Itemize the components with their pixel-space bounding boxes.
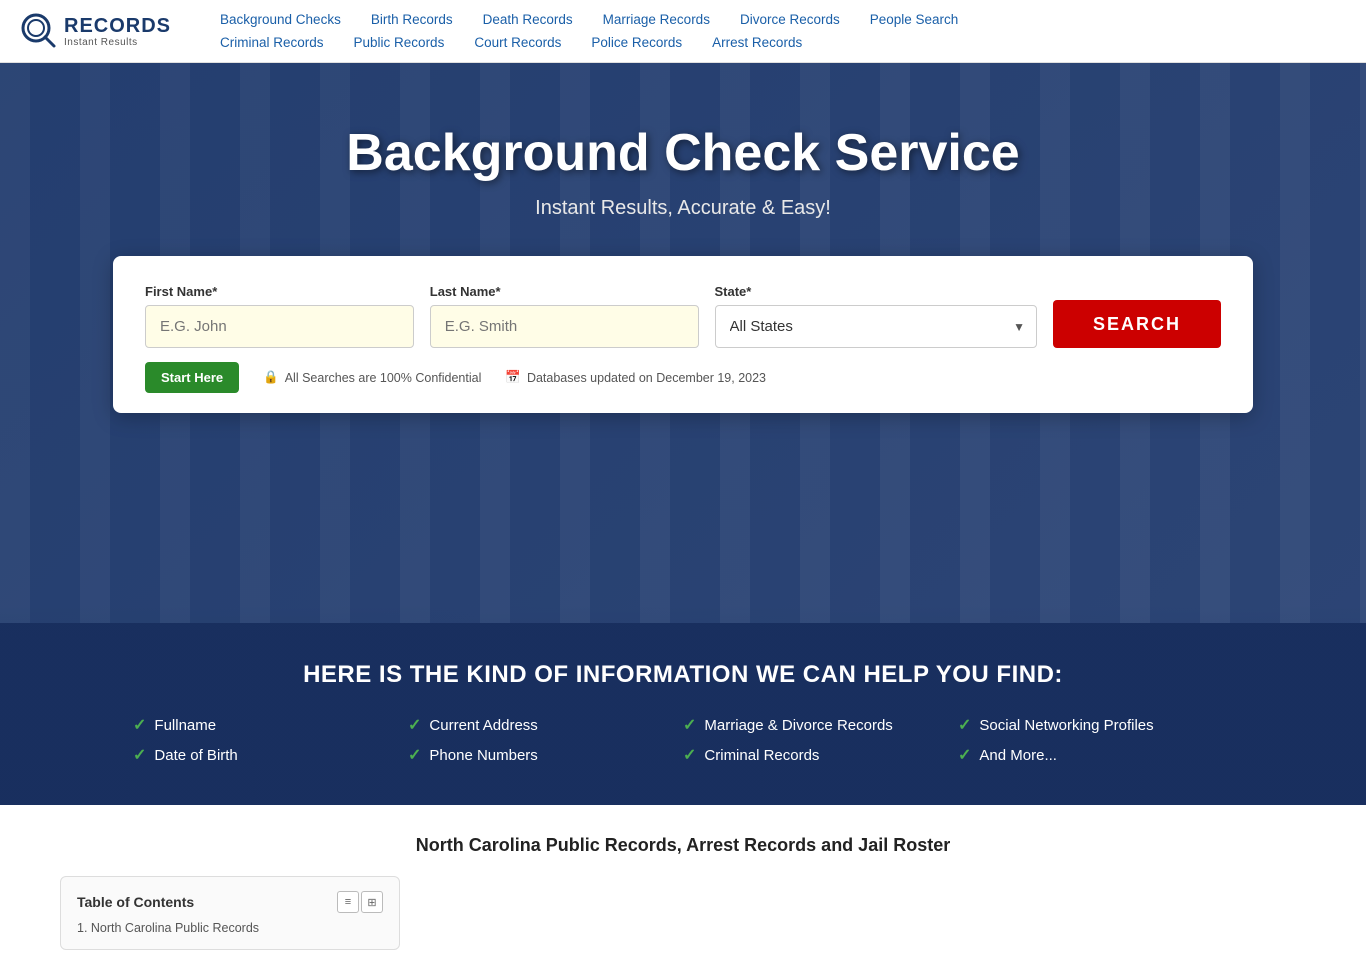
nav-criminal-records[interactable]: Criminal Records [220,35,324,50]
nav-people-search[interactable]: People Search [870,12,959,27]
first-name-label: First Name* [145,284,414,299]
toc-toggle-expand-icon: ⊞ [361,891,383,913]
check-icon-0: ✓ [133,715,146,735]
info-item-label-7: And More... [979,747,1057,764]
nav-death-records[interactable]: Death Records [483,12,573,27]
state-label: State* [715,284,1038,299]
logo-sub-text: Instant Results [64,37,171,48]
check-icon-7: ✓ [958,745,971,765]
check-icon-2: ✓ [683,715,696,735]
check-icon-6: ✓ [683,745,696,765]
first-name-input[interactable] [145,305,414,348]
nav-court-records[interactable]: Court Records [474,35,561,50]
info-item-2: ✓ Marriage & Divorce Records [683,715,958,735]
search-box: First Name* Last Name* State* All States… [113,256,1253,413]
nav-marriage-records[interactable]: Marriage Records [603,12,710,27]
check-icon-5: ✓ [408,745,421,765]
info-item-1: ✓ Current Address [408,715,683,735]
search-button[interactable]: SEARCH [1053,300,1221,348]
db-update-text: Databases updated on December 19, 2023 [527,371,766,385]
nav-divorce-records[interactable]: Divorce Records [740,12,840,27]
nav-row-2: Criminal Records Public Records Court Re… [220,31,1346,54]
info-item-3: ✓ Social Networking Profiles [958,715,1233,735]
state-select-wrapper: All StatesAlabamaAlaskaArizonaArkansasCa… [715,305,1038,348]
site-header: RECORDS Instant Results Background Check… [0,0,1366,63]
first-name-group: First Name* [145,284,414,348]
hero-title: Background Check Service [346,123,1019,183]
hero-subtitle: Instant Results, Accurate & Easy! [535,197,831,220]
main-nav: Background Checks Birth Records Death Re… [220,8,1346,54]
hero-section: Background Check Service Instant Results… [0,63,1366,805]
nav-arrest-records[interactable]: Arrest Records [712,35,802,50]
logo[interactable]: RECORDS Instant Results [20,12,180,50]
logo-main-text: RECORDS [64,15,171,37]
confidential-text: All Searches are 100% Confidential [285,371,482,385]
toc-header: Table of Contents ≡ ⊞ [77,891,383,913]
check-icon-1: ✓ [408,715,421,735]
nav-row-1: Background Checks Birth Records Death Re… [220,8,1346,31]
info-item-6: ✓ Criminal Records [683,745,958,765]
state-select[interactable]: All StatesAlabamaAlaskaArizonaArkansasCa… [715,305,1038,348]
toc-title: Table of Contents [77,894,194,910]
records-logo-icon [20,12,58,50]
search-footer: Start Here 🔒 All Searches are 100% Confi… [145,362,1221,393]
info-grid: ✓ Fullname ✓ Current Address ✓ Marriage … [133,715,1233,765]
toc-item-1: 1. North Carolina Public Records [77,921,383,935]
info-item-4: ✓ Date of Birth [133,745,408,765]
toc-toggle-list-icon: ≡ [337,891,359,913]
toc-toggle[interactable]: ≡ ⊞ [337,891,383,913]
last-name-input[interactable] [430,305,699,348]
info-item-label-4: Date of Birth [154,747,237,764]
table-of-contents: Table of Contents ≡ ⊞ 1. North Carolina … [60,876,400,950]
info-item-label-1: Current Address [429,717,537,734]
last-name-label: Last Name* [430,284,699,299]
info-section: HERE IS THE KIND OF INFORMATION WE CAN H… [0,623,1366,805]
confidential-note: 🔒 All Searches are 100% Confidential [263,370,481,385]
info-item-0: ✓ Fullname [133,715,408,735]
search-fields: First Name* Last Name* State* All States… [145,284,1221,348]
info-item-label-0: Fullname [154,717,216,734]
check-icon-4: ✓ [133,745,146,765]
page-title: North Carolina Public Records, Arrest Re… [60,835,1306,856]
info-item-label-6: Criminal Records [704,747,819,764]
nav-background-checks[interactable]: Background Checks [220,12,341,27]
nav-birth-records[interactable]: Birth Records [371,12,453,27]
bottom-section: North Carolina Public Records, Arrest Re… [0,805,1366,980]
logo-text: RECORDS Instant Results [64,15,171,48]
start-here-button[interactable]: Start Here [145,362,239,393]
last-name-group: Last Name* [430,284,699,348]
info-item-label-3: Social Networking Profiles [979,717,1153,734]
info-item-label-2: Marriage & Divorce Records [704,717,892,734]
db-update-note: 📅 Databases updated on December 19, 2023 [505,370,766,385]
info-item-label-5: Phone Numbers [429,747,537,764]
info-title: HERE IS THE KIND OF INFORMATION WE CAN H… [60,661,1306,689]
state-group: State* All StatesAlabamaAlaskaArizonaArk… [715,284,1038,348]
info-item-7: ✓ And More... [958,745,1233,765]
hero-content: Background Check Service Instant Results… [20,123,1346,413]
nav-police-records[interactable]: Police Records [591,35,682,50]
info-item-5: ✓ Phone Numbers [408,745,683,765]
check-icon-3: ✓ [958,715,971,735]
lock-icon: 🔒 [263,370,279,385]
nav-public-records[interactable]: Public Records [354,35,445,50]
calendar-icon: 📅 [505,370,521,385]
